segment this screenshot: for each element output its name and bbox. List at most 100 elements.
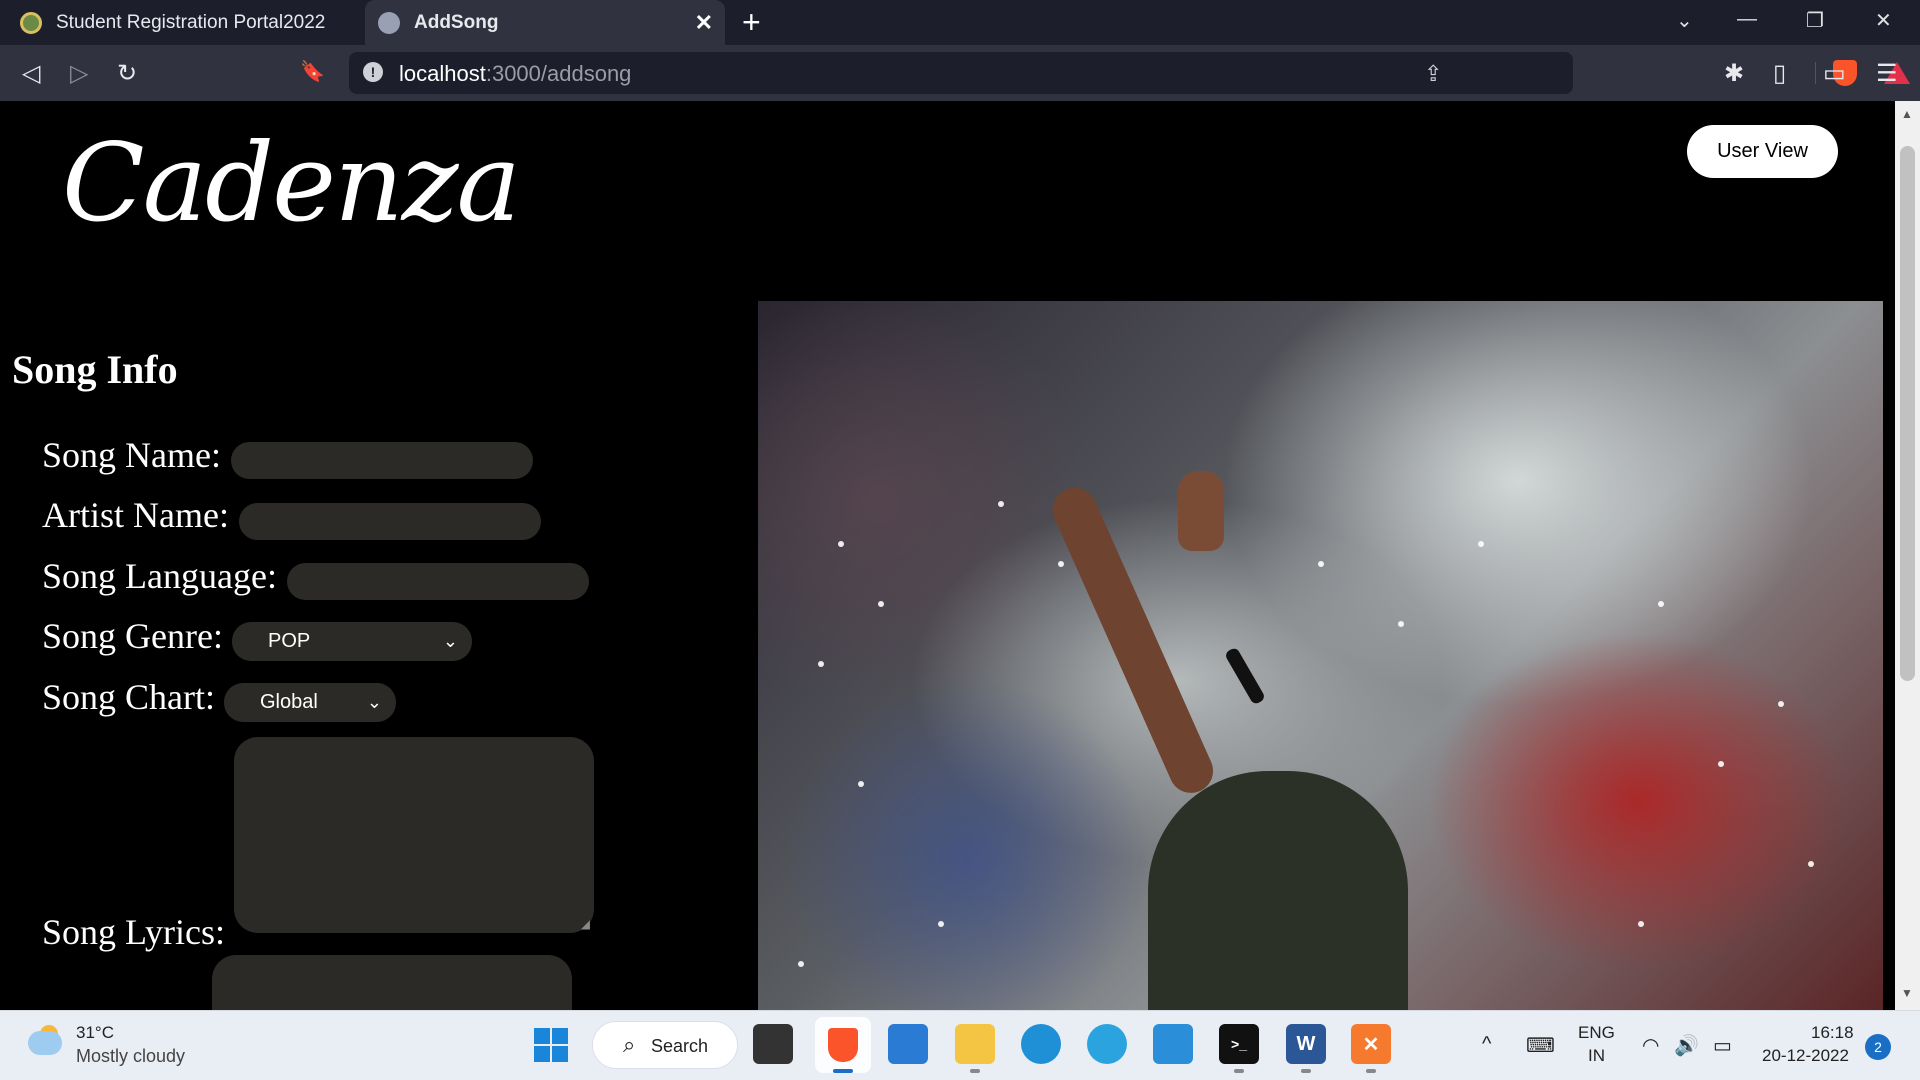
browser-toolbar: ◁ ▷ ↻ 🔖 ! localhost:3000/addsong ⇪ ✱ ▯ ▭… (0, 45, 1920, 101)
url-text[interactable]: localhost:3000/addsong (399, 61, 631, 87)
volume-icon[interactable]: 🔊 (1674, 1033, 1699, 1058)
concert-image (758, 301, 1883, 1010)
brave-icon (828, 1028, 858, 1062)
microphone (1223, 646, 1267, 706)
tab-list-icon[interactable]: ⌄ (1676, 8, 1693, 33)
minimize-icon[interactable]: — (1737, 8, 1757, 31)
app-indicator (1234, 1069, 1244, 1073)
tab-student-registration[interactable]: Student Registration Portal2022 (0, 0, 363, 45)
weather-cloud-icon[interactable] (28, 1031, 62, 1055)
reload-icon[interactable]: ↻ (117, 59, 137, 88)
wallet-icon[interactable]: ▭ (1823, 59, 1846, 88)
notification-badge[interactable]: 2 (1865, 1034, 1891, 1060)
scroll-thumb[interactable] (1900, 146, 1915, 681)
sparkle (1058, 561, 1064, 567)
song-name-input[interactable] (231, 442, 533, 479)
sparkle (818, 661, 824, 667)
sparkle (1398, 621, 1404, 627)
song-lyrics-label: Song Lyrics: (42, 912, 226, 952)
page-content: Cadenza User View Song Info Song Name: A… (0, 101, 1895, 1010)
address-bar-divider (1815, 62, 1816, 84)
next-field-input[interactable] (212, 955, 572, 1010)
windows-taskbar: 31°C Mostly cloudy ⌕ Search >_ W ✕ ^ ⌨ E… (0, 1010, 1920, 1080)
share-icon[interactable]: ⇪ (1424, 61, 1442, 87)
xampp-icon[interactable]: ✕ (1351, 1024, 1391, 1064)
resize-handle-icon[interactable]: ◢ (581, 917, 590, 931)
chevron-down-icon: ⌄ (366, 692, 382, 712)
cadenza-logo[interactable]: Cadenza (62, 121, 521, 246)
sparkle (798, 961, 804, 967)
song-lyrics-textarea[interactable]: ◢ (234, 737, 594, 933)
clock-date[interactable]: 20-12-2022 (1762, 1046, 1849, 1066)
clock-time[interactable]: 16:18 (1811, 1023, 1854, 1043)
page-scrollbar[interactable]: ▲ ▼ (1895, 101, 1920, 1010)
song-language-input[interactable] (287, 563, 589, 600)
bookmark-icon[interactable]: 🔖 (300, 59, 325, 84)
keyboard-icon[interactable]: ⌨ (1526, 1033, 1555, 1058)
browser-tab-bar: Student Registration Portal2022 AddSong … (0, 0, 1920, 45)
globe-icon (378, 11, 400, 34)
sparkle (1658, 601, 1664, 607)
search-icon: ⌕ (623, 1032, 636, 1057)
app-indicator (1366, 1069, 1376, 1073)
user-view-button[interactable]: User View (1687, 125, 1838, 178)
song-info-heading: Song Info (12, 347, 178, 392)
search-label: Search (651, 1036, 709, 1056)
wifi-icon[interactable]: ◠ (1642, 1033, 1659, 1058)
language-region[interactable]: IN (1588, 1046, 1605, 1066)
telegram-icon[interactable] (1087, 1024, 1127, 1064)
chevron-up-icon[interactable]: ^ (1482, 1033, 1491, 1056)
menu-icon[interactable]: ☰ (1876, 59, 1898, 88)
close-window-icon[interactable]: ✕ (1875, 8, 1892, 33)
song-genre-select[interactable]: POP ⌄ (232, 622, 472, 661)
site-info-icon[interactable]: ! (363, 62, 383, 82)
song-language-label: Song Language: (42, 556, 277, 596)
extensions-icon[interactable]: ✱ (1724, 59, 1744, 88)
sparkle (998, 501, 1004, 507)
song-chart-select[interactable]: Global ⌄ (224, 683, 396, 722)
url-path: :3000/addsong (485, 61, 632, 86)
sparkle (858, 781, 864, 787)
site-favicon-icon (20, 11, 42, 34)
scroll-down-icon[interactable]: ▼ (1901, 986, 1913, 1000)
brave-browser-app[interactable] (815, 1017, 871, 1073)
sparkle (1318, 561, 1324, 567)
taskbar-search[interactable]: ⌕ Search (592, 1021, 738, 1069)
file-explorer-icon[interactable] (955, 1024, 995, 1064)
vscode-icon[interactable] (1153, 1024, 1193, 1064)
url-host: localhost (399, 61, 486, 86)
edge-icon[interactable] (1021, 1024, 1061, 1064)
forward-icon[interactable]: ▷ (70, 59, 88, 88)
task-view-icon[interactable] (753, 1024, 793, 1064)
new-tab-button[interactable]: + (742, 4, 761, 41)
restore-icon[interactable]: ❐ (1806, 8, 1824, 33)
active-app-indicator (833, 1069, 853, 1073)
tab-label: Student Registration Portal2022 (56, 11, 326, 33)
close-tab-icon[interactable]: ✕ (695, 10, 713, 36)
terminal-icon[interactable]: >_ (1219, 1024, 1259, 1064)
sparkle (1638, 921, 1644, 927)
microsoft-store-icon[interactable] (888, 1024, 928, 1064)
sparkle (1718, 761, 1724, 767)
artist-name-input[interactable] (239, 503, 541, 540)
language-indicator[interactable]: ENG (1578, 1023, 1615, 1043)
sparkle (878, 601, 884, 607)
app-indicator (970, 1069, 980, 1073)
word-icon[interactable]: W (1286, 1024, 1326, 1064)
song-chart-label: Song Chart: (42, 677, 216, 717)
sparkle (1478, 541, 1484, 547)
chart-selected-value: Global (260, 691, 318, 713)
sidebar-icon[interactable]: ▯ (1773, 59, 1786, 88)
genre-selected-value: POP (268, 630, 311, 652)
address-bar[interactable]: ! localhost:3000/addsong ⇪ (349, 52, 1910, 94)
weather-temperature[interactable]: 31°C (76, 1023, 114, 1043)
performer-body (1148, 771, 1408, 1010)
sparkle (1778, 701, 1784, 707)
back-icon[interactable]: ◁ (22, 59, 40, 88)
tab-addsong[interactable]: AddSong ✕ (365, 0, 725, 45)
weather-description[interactable]: Mostly cloudy (76, 1046, 185, 1067)
scroll-up-icon[interactable]: ▲ (1901, 107, 1913, 121)
battery-icon[interactable]: ▭ (1713, 1033, 1732, 1058)
windows-start-icon[interactable] (534, 1028, 568, 1062)
artist-name-label: Artist Name: (42, 495, 229, 535)
